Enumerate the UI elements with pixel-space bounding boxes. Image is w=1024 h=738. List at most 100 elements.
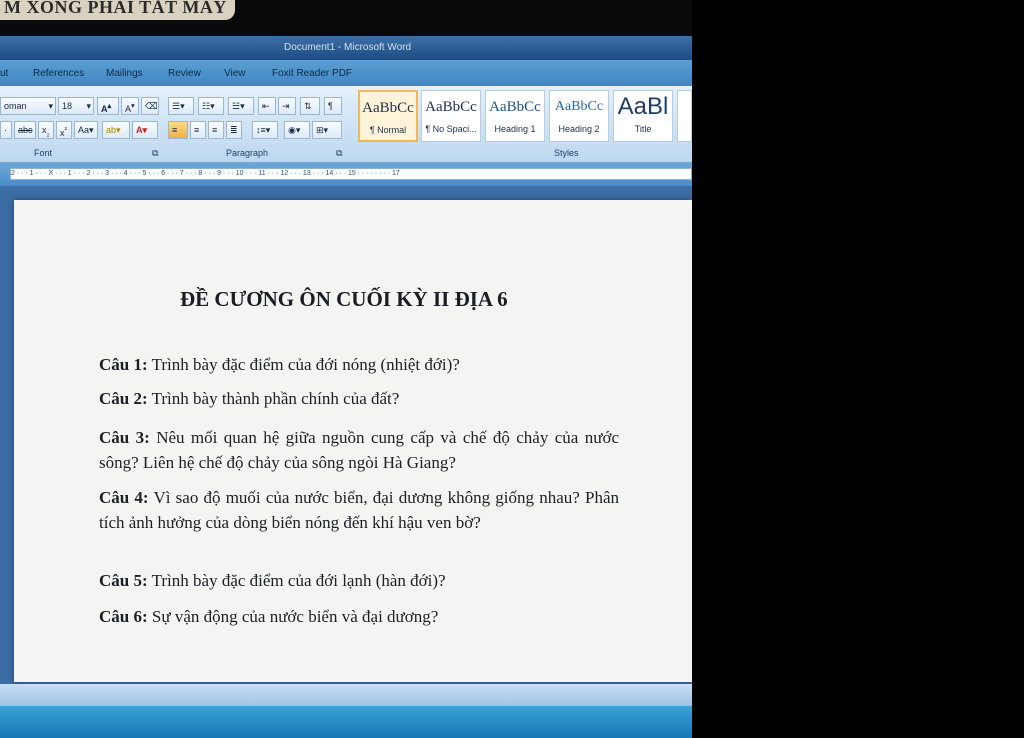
- font-color-icon: A▾: [136, 125, 148, 135]
- font-name-combo[interactable]: oman ▾: [0, 97, 56, 115]
- change-case-button[interactable]: Aa▾: [74, 121, 98, 139]
- sort-button[interactable]: ⇅: [300, 97, 320, 115]
- multilevel-list-button[interactable]: ☱▾: [228, 97, 254, 115]
- question-text: Trình bày đặc điểm của đới nóng (nhiệt đ…: [147, 355, 460, 374]
- strikethrough-button[interactable]: abc: [14, 121, 36, 139]
- justify-icon: ≣: [230, 125, 238, 135]
- decrease-indent-button[interactable]: ⇤: [258, 97, 276, 115]
- horizontal-ruler[interactable]: 2 · · · 1 · · · X · · · 1 · · · 2 · · · …: [10, 168, 692, 180]
- tab-mailings[interactable]: Mailings: [106, 68, 143, 79]
- shrink-font-icon: A▾: [125, 101, 135, 114]
- black-background: [692, 0, 1024, 738]
- paragraph-group-label: Paragraph: [226, 148, 269, 158]
- font-dialog-launcher-icon[interactable]: ⧉: [152, 148, 158, 159]
- style-sample: AaBl: [617, 93, 669, 120]
- paragraph-dialog-launcher-icon[interactable]: ⧉: [336, 148, 342, 159]
- shading-button[interactable]: ◉▾: [284, 121, 310, 139]
- monitor-screen: M XONG PHẢI TẮT MÁY Document1 - Microsof…: [0, 0, 692, 738]
- question-label: Câu 4:: [99, 488, 149, 507]
- borders-button[interactable]: ⊞▾: [312, 121, 342, 139]
- font-group-label: Font: [34, 148, 53, 158]
- shrink-font-button[interactable]: A▾: [121, 97, 139, 115]
- strikethrough-icon: abc: [18, 125, 33, 135]
- paint-bucket-icon: ◉▾: [288, 125, 301, 135]
- question-label: Câu 5:: [99, 571, 148, 590]
- pilcrow-icon: ¶: [328, 101, 333, 111]
- bullets-button[interactable]: ☰▾: [168, 97, 194, 115]
- question-label: Câu 2:: [99, 389, 148, 408]
- justify-button[interactable]: ≣: [226, 121, 242, 139]
- sort-icon: ⇅: [304, 101, 312, 111]
- question-1: Câu 1: Trình bày đặc điểm của đới nóng (…: [99, 352, 619, 377]
- line-spacing-icon: ↕≡▾: [256, 125, 271, 135]
- align-right-icon: ≡: [212, 125, 218, 135]
- tab-references[interactable]: References: [33, 68, 84, 79]
- grow-font-icon: A▴: [101, 101, 112, 114]
- subscript-icon: x₂: [42, 125, 50, 138]
- question-text: Sự vận động của nước biển và đại dương?: [147, 607, 439, 626]
- highlight-color-button[interactable]: ab▾: [102, 121, 130, 139]
- increase-indent-icon: ⇥: [282, 101, 290, 111]
- style-no-spacing[interactable]: AaBbCc ¶ No Spaci...: [421, 90, 481, 142]
- style-name: Heading 2: [558, 124, 600, 134]
- style-heading-2[interactable]: AaBbCc Heading 2: [549, 90, 609, 142]
- question-2: Câu 2: Trình bày thành phần chính của đấ…: [99, 386, 619, 411]
- change-case-icon: Aa▾: [78, 125, 94, 135]
- line-spacing-button[interactable]: ↕≡▾: [252, 121, 278, 139]
- style-name: ¶ No Spaci...: [425, 124, 477, 134]
- bold-button[interactable]: ·: [0, 121, 12, 139]
- font-color-button[interactable]: A▾: [132, 121, 158, 139]
- question-label: Câu 6:: [99, 607, 148, 626]
- superscript-icon: x²: [60, 125, 67, 138]
- question-5: Câu 5: Trình bày đặc điểm của đới lạnh (…: [99, 568, 619, 593]
- style-heading-1[interactable]: AaBbCc Heading 1: [485, 90, 545, 142]
- chevron-down-icon: ▾: [86, 101, 91, 111]
- grow-font-button[interactable]: A▴: [97, 97, 119, 115]
- superscript-button[interactable]: x²: [56, 121, 72, 139]
- taskbar: [0, 706, 692, 738]
- clear-formatting-button[interactable]: ⌫: [141, 97, 159, 115]
- increase-indent-button[interactable]: ⇥: [278, 97, 296, 115]
- show-hide-marks-button[interactable]: ¶: [324, 97, 342, 115]
- style-sample: AaBbCc: [425, 99, 477, 115]
- tab-view[interactable]: View: [224, 68, 246, 79]
- status-bar: [0, 684, 692, 706]
- question-text: Trình bày đặc điểm của đới lạnh (hàn đới…: [147, 571, 446, 590]
- document-title: ĐỀ CƯƠNG ÔN CUỐI KỲ II ĐỊA 6: [180, 287, 508, 311]
- bullets-icon: ☰▾: [172, 101, 185, 111]
- question-6: Câu 6: Sự vận động của nước biển và đại …: [99, 604, 619, 629]
- align-left-button[interactable]: ≡: [168, 121, 188, 139]
- font-size-value: 18: [62, 101, 73, 111]
- style-name: ¶ Normal: [369, 125, 407, 135]
- style-title[interactable]: AaBl Title: [613, 90, 673, 142]
- tab-foxit-reader-pdf[interactable]: Foxit Reader PDF: [272, 68, 352, 79]
- question-text: Vì sao độ muối của nước biển, đại dương …: [99, 488, 619, 532]
- tab-review[interactable]: Review: [168, 68, 201, 79]
- style-name: Heading 1: [494, 124, 536, 134]
- question-label: Câu 3:: [99, 428, 150, 447]
- font-size-combo[interactable]: 18 ▾: [58, 97, 94, 115]
- style-sample: AaBbCc: [554, 99, 604, 114]
- highlighter-icon: ab▾: [106, 125, 121, 135]
- bold-icon: ·: [4, 125, 7, 135]
- align-right-button[interactable]: ≡: [208, 121, 224, 139]
- multilevel-list-icon: ☱▾: [232, 101, 245, 111]
- tab-layout[interactable]: ut: [0, 68, 8, 79]
- style-normal[interactable]: AaBbCc ¶ Normal: [358, 90, 418, 142]
- align-center-button[interactable]: ≡: [190, 121, 206, 139]
- window-title: Document1 - Microsoft Word: [284, 42, 412, 53]
- font-name-value: oman: [4, 101, 27, 111]
- style-more[interactable]: [677, 90, 692, 142]
- style-sample: AaBbCc: [489, 99, 541, 115]
- question-text: Nêu mối quan hệ giữa nguồn cung cấp và c…: [99, 428, 619, 472]
- clear-formatting-icon: ⌫: [145, 101, 158, 111]
- align-center-icon: ≡: [194, 125, 200, 135]
- styles-group-label: Styles: [554, 148, 579, 158]
- question-3: Câu 3: Nêu mối quan hệ giữa nguồn cung c…: [99, 425, 619, 475]
- numbering-icon: ☷▾: [202, 101, 215, 111]
- subscript-button[interactable]: x₂: [38, 121, 54, 139]
- title-bar: Document1 - Microsoft Word: [0, 36, 692, 60]
- decrease-indent-icon: ⇤: [262, 101, 270, 111]
- question-4: Câu 4: Vì sao độ muối của nước biển, đại…: [99, 485, 619, 535]
- numbering-button[interactable]: ☷▾: [198, 97, 224, 115]
